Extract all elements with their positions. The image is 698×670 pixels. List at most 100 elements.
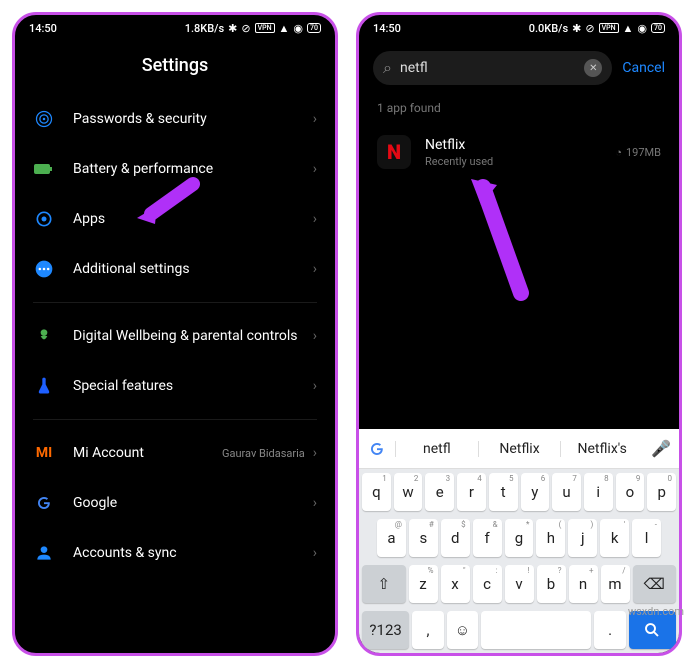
key-e[interactable]: e3: [425, 473, 454, 511]
dots-icon: [33, 258, 55, 280]
key-w[interactable]: w2: [394, 473, 423, 511]
chevron-right-icon: ›: [313, 378, 317, 394]
key-u[interactable]: u7: [552, 473, 581, 511]
wifi-icon: ◉: [637, 22, 647, 35]
key-g[interactable]: g*: [505, 519, 534, 557]
key-n[interactable]: n+: [569, 565, 598, 603]
key-j[interactable]: j): [568, 519, 597, 557]
storage-icon: ◔: [615, 146, 622, 159]
wellbeing-icon: [33, 325, 55, 347]
vpn-icon: VPN: [255, 23, 275, 33]
phone-search: 14:50 0.0KB/s ✱ ⊘ VPN ▲ ◉ 70 ⌕ netfl ✕ C…: [356, 12, 682, 656]
google-icon[interactable]: [359, 440, 395, 458]
chevron-right-icon: ›: [313, 211, 317, 227]
row-label: Google: [73, 494, 313, 512]
chevron-right-icon: ›: [313, 111, 317, 127]
key-symbols[interactable]: ?123: [362, 611, 409, 649]
search-row: ⌕ netfl ✕ Cancel: [359, 41, 679, 95]
row-google[interactable]: Google ›: [15, 478, 335, 528]
key-k[interactable]: k': [600, 519, 629, 557]
search-input[interactable]: ⌕ netfl ✕: [373, 51, 612, 85]
key-h[interactable]: h(: [536, 519, 565, 557]
row-apps[interactable]: Apps ›: [15, 194, 335, 244]
netflix-app-icon: N: [377, 135, 411, 169]
status-speed: 1.8KB/s: [185, 22, 224, 35]
key-i[interactable]: i8: [584, 473, 613, 511]
row-label: Apps: [73, 210, 313, 228]
search-icon: ⌕: [383, 58, 392, 78]
status-right: 1.8KB/s ✱ ⊘ VPN ▲ ◉ 70: [185, 22, 321, 35]
suggestion-1[interactable]: netfl: [395, 441, 478, 457]
divider: [33, 419, 317, 420]
status-right: 0.0KB/s ✱ ⊘ VPN ▲ ◉ 70: [529, 22, 665, 35]
cancel-button[interactable]: Cancel: [622, 60, 665, 76]
key-q[interactable]: q1: [362, 473, 391, 511]
app-name: Netflix: [425, 137, 615, 153]
suggestion-bar: netfl Netflix Netflix's 🎤: [359, 429, 679, 469]
key-y[interactable]: y6: [521, 473, 550, 511]
row-passwords-security[interactable]: Passwords & security ›: [15, 94, 335, 144]
row-special[interactable]: Special features ›: [15, 361, 335, 411]
app-subtitle: Recently used: [425, 155, 615, 168]
suggestion-3[interactable]: Netflix's: [560, 441, 643, 457]
key-o[interactable]: o9: [616, 473, 645, 511]
fingerprint-icon: [33, 108, 55, 130]
phone-settings: 14:50 1.8KB/s ✱ ⊘ VPN ▲ ◉ 70 Settings Pa…: [12, 12, 338, 656]
key-p[interactable]: p0: [647, 473, 676, 511]
mic-icon[interactable]: 🎤: [643, 439, 679, 458]
row-label: Digital Wellbeing & parental controls: [73, 327, 313, 345]
signal-icon: ▲: [279, 22, 290, 35]
key-comma[interactable]: ,: [412, 611, 443, 649]
key-a[interactable]: a@: [377, 519, 406, 557]
google-logo-icon: [33, 492, 55, 514]
key-r[interactable]: r4: [457, 473, 486, 511]
row-wellbeing[interactable]: Digital Wellbeing & parental controls ›: [15, 311, 335, 361]
key-t[interactable]: t5: [489, 473, 518, 511]
clear-button[interactable]: ✕: [584, 59, 602, 77]
row-additional[interactable]: Additional settings ›: [15, 244, 335, 294]
key-v[interactable]: v!: [505, 565, 534, 603]
key-space[interactable]: [481, 611, 591, 649]
search-query: netfl: [400, 60, 584, 76]
status-time: 14:50: [373, 22, 401, 35]
key-l[interactable]: l-: [632, 519, 661, 557]
key-z[interactable]: z%: [409, 565, 438, 603]
gear-icon: [33, 208, 55, 230]
key-b[interactable]: b?: [537, 565, 566, 603]
vpn-icon: VPN: [599, 23, 619, 33]
suggestion-2[interactable]: Netflix: [478, 441, 561, 457]
key-period[interactable]: .: [594, 611, 625, 649]
key-m[interactable]: m/: [601, 565, 630, 603]
person-icon: [33, 542, 55, 564]
keyboard: netfl Netflix Netflix's 🎤 q1w2e3r4t5y6u7…: [359, 429, 679, 653]
key-x[interactable]: x": [441, 565, 470, 603]
row-mi-account[interactable]: MI Mi Account Gaurav Bidasaria ›: [15, 428, 335, 478]
chevron-right-icon: ›: [313, 261, 317, 277]
battery-icon: 70: [651, 23, 665, 33]
key-f[interactable]: f&: [473, 519, 502, 557]
row-sub: Gaurav Bidasaria: [222, 447, 305, 460]
dnd-icon: ⊘: [241, 22, 250, 35]
flask-icon: [33, 375, 55, 397]
chevron-right-icon: ›: [313, 161, 317, 177]
bluetooth-icon: ✱: [228, 22, 237, 35]
row-label: Mi Account: [73, 444, 222, 462]
watermark: wsxdn.com: [628, 605, 684, 618]
row-battery[interactable]: Battery & performance ›: [15, 144, 335, 194]
key-shift[interactable]: ⇧: [362, 565, 406, 603]
key-s[interactable]: s#: [409, 519, 438, 557]
key-c[interactable]: c:: [473, 565, 502, 603]
chevron-right-icon: ›: [313, 445, 317, 461]
chevron-right-icon: ›: [313, 495, 317, 511]
status-speed: 0.0KB/s: [529, 22, 568, 35]
app-result-netflix[interactable]: N Netflix Recently used ◔ 197MB: [359, 125, 679, 179]
status-bar: 14:50 1.8KB/s ✱ ⊘ VPN ▲ ◉ 70: [15, 15, 335, 41]
key-row-2: a@s#d$f&g*h(j)k'l-: [359, 515, 679, 561]
key-backspace[interactable]: ⌫: [633, 565, 677, 603]
bluetooth-icon: ✱: [572, 22, 581, 35]
key-d[interactable]: d$: [441, 519, 470, 557]
battery-icon: [33, 158, 55, 180]
row-accounts-sync[interactable]: Accounts & sync ›: [15, 528, 335, 578]
row-label: Special features: [73, 377, 313, 395]
key-emoji[interactable]: ☺: [447, 611, 478, 649]
